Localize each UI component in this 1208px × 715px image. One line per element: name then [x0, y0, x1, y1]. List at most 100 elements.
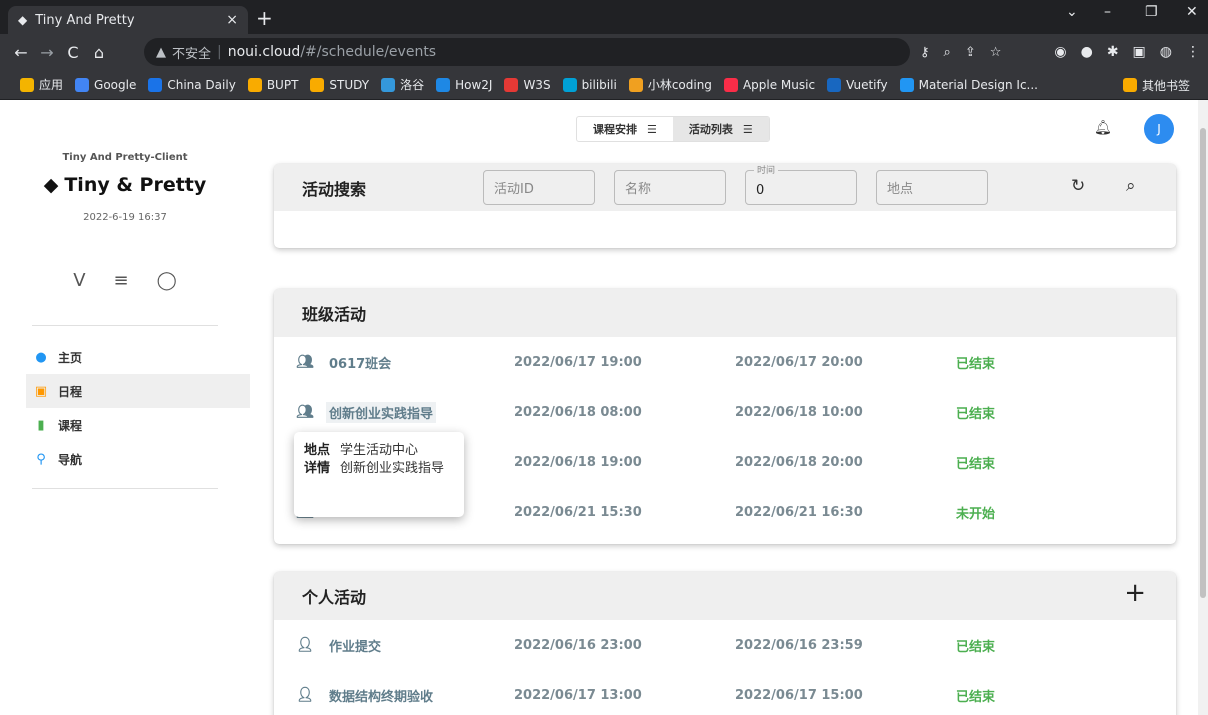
event-name[interactable]: 作业提交: [329, 636, 381, 655]
apps-icon: [20, 77, 34, 92]
bookmark-item[interactable]: 洛谷: [381, 76, 424, 93]
menu-icon[interactable]: ⋮: [1186, 44, 1200, 60]
refresh-icon[interactable]: ↻: [1071, 176, 1085, 196]
event-start-time: 2022/06/21 15:30: [514, 504, 642, 520]
not-secure-label: 不安全: [172, 46, 212, 62]
bookmark-label: How2J: [455, 77, 493, 92]
key-icon[interactable]: ⚷: [920, 45, 930, 60]
event-id-field[interactable]: 活动ID: [483, 170, 595, 205]
reload-icon[interactable]: C: [60, 43, 86, 62]
event-name[interactable]: 0617班会: [329, 353, 391, 372]
search-card: 活动搜索 活动ID 名称 时间 0 地点 ↻ ⌕: [274, 163, 1176, 248]
sidebar: Tiny And Pretty-Client ◆ Tiny & Pretty 20…: [0, 100, 250, 715]
bookmark-item[interactable]: How2J: [436, 77, 493, 92]
bookmark-item[interactable]: 应用: [20, 76, 63, 93]
folder-icon: [1122, 78, 1137, 92]
event-place-placeholder: 地点: [887, 182, 914, 197]
google-icon: [75, 77, 90, 92]
search-card-header: 活动搜索 活动ID 名称 时间 0 地点 ↻ ⌕: [274, 163, 1176, 211]
side-panel-icon[interactable]: ▣: [1133, 44, 1146, 60]
bookmark-label: bilibili: [581, 77, 617, 92]
event-status: 未开始: [956, 506, 996, 522]
bookmark-item[interactable]: Material Design Ic...: [899, 77, 1038, 92]
extension-badge-icon[interactable]: ●: [1081, 44, 1093, 60]
current-date: 2022-6-19 16:37: [83, 212, 167, 223]
event-place-field[interactable]: 地点: [876, 170, 988, 205]
event-row[interactable]: 👤︎ 作业提交 2022/06/16 23:00 2022/06/16 23:59 已结…: [274, 620, 1176, 670]
extensions-puzzle-icon[interactable]: ✱: [1107, 44, 1119, 60]
toggle-schedule-button[interactable]: 课程安排 ☰: [577, 117, 673, 141]
github-icon[interactable]: ◯: [157, 270, 177, 291]
person-icon: 👤︎: [296, 637, 314, 653]
sidebar-item-schedule[interactable]: ▣ 日程: [26, 374, 250, 408]
sidebar-item-home[interactable]: ● 主页: [26, 340, 250, 374]
bookmark-label: Google: [94, 77, 137, 92]
event-end-time: 2022/06/16 23:59: [735, 637, 863, 653]
event-name-placeholder: 名称: [625, 182, 652, 197]
personal-events-list: 👤︎ 作业提交 2022/06/16 23:00 2022/06/16 23:59 已结…: [274, 620, 1176, 715]
event-row[interactable]: 👥︎ 创新创业实践指导 2022/06/18 08:00 2022/06/18 10:…: [274, 387, 1176, 437]
sidebar-item-label: 导航: [58, 452, 83, 467]
address-bar[interactable]: ▲ 不安全 | noui.cloud /#/schedule/events: [144, 38, 910, 66]
profile-icon[interactable]: ◍: [1160, 44, 1172, 60]
other-bookmarks[interactable]: 其他书签: [1122, 70, 1190, 100]
close-tab-icon[interactable]: ×: [226, 12, 238, 28]
bookmark-label: Apple Music: [742, 77, 816, 92]
browser-tab[interactable]: ◆ Tiny And Pretty ×: [8, 6, 248, 34]
bookmark-item[interactable]: Apple Music: [723, 77, 816, 92]
avatar[interactable]: J: [1144, 114, 1174, 144]
scrollbar-thumb[interactable]: [1200, 128, 1206, 598]
extensions-area: ◉ ● ✱ ▣ ◍ ⋮: [1054, 34, 1200, 70]
close-window-icon[interactable]: ✕: [1186, 4, 1198, 20]
home-icon[interactable]: ⌂: [86, 43, 112, 62]
zoom-icon[interactable]: ⌕: [944, 45, 951, 60]
toggle-events-button[interactable]: 活动列表 ☰: [672, 117, 769, 141]
bookmark-label: Material Design Ic...: [918, 77, 1038, 92]
bookmark-item[interactable]: STUDY: [310, 77, 370, 92]
sidebar-item-navigation[interactable]: ⚲ 导航: [26, 442, 250, 476]
event-name[interactable]: 创新创业实践指导: [326, 401, 437, 423]
map-marker-icon: ⚲: [36, 451, 46, 467]
sidebar-item-course[interactable]: ▮ 课程: [26, 408, 250, 442]
search-icon[interactable]: ⌕: [1126, 176, 1136, 196]
event-row[interactable]: 👤︎ 数据结构终期验收 2022/06/17 13:00 2022/06/17 15:…: [274, 670, 1176, 715]
class-events-title: 班级活动: [302, 305, 367, 324]
tooltip-place-value: 学生活动中心: [340, 443, 419, 458]
folder-icon: [310, 77, 325, 92]
tooltip-detail-row: 详情 创新创业实践指导: [304, 460, 454, 478]
share-icon[interactable]: ⇪: [965, 45, 976, 60]
bookmark-label: STUDY: [329, 77, 370, 92]
event-start-time: 2022/06/16 23:00: [514, 637, 642, 653]
restore-icon[interactable]: ❐: [1145, 4, 1158, 20]
event-row[interactable]: 👥︎ 0617班会 2022/06/17 19:00 2022/06/17 20:00…: [274, 337, 1176, 387]
xiaolin-icon: [628, 77, 643, 92]
bookmark-item[interactable]: China Daily: [148, 77, 236, 92]
page-scrollbar[interactable]: [1198, 100, 1208, 715]
bookmark-item[interactable]: BUPT: [247, 77, 298, 92]
event-name-field[interactable]: 名称: [614, 170, 726, 205]
search-title: 活动搜索: [302, 179, 367, 199]
bookmark-item[interactable]: 小林coding: [628, 76, 712, 93]
event-time-field[interactable]: 时间 0: [745, 163, 857, 205]
other-bookmarks-label: 其他书签: [1141, 78, 1190, 93]
vuetify-link-icon[interactable]: V: [73, 270, 85, 291]
extension-owl-icon[interactable]: ◉: [1054, 44, 1066, 60]
notification-bell-icon[interactable]: 🔔︎: [1094, 120, 1112, 136]
bookmark-star-icon[interactable]: ☆: [990, 45, 1002, 60]
minimize-icon[interactable]: –: [1104, 4, 1111, 20]
bookmark-item[interactable]: bilibili: [562, 77, 617, 92]
w3s-icon: [504, 77, 519, 92]
forward-icon[interactable]: →: [34, 43, 60, 62]
tab-search-icon[interactable]: ⌄: [1066, 4, 1078, 20]
bookmark-item[interactable]: W3S: [504, 77, 551, 92]
event-name[interactable]: 数据结构终期验收: [329, 686, 433, 705]
bookmark-item[interactable]: Google: [75, 77, 137, 92]
bookmark-item[interactable]: Vuetify: [827, 77, 888, 92]
person-icon: 👤︎: [296, 687, 314, 703]
add-event-button[interactable]: +: [1124, 578, 1146, 608]
tooltip-detail-value: 创新创业实践指导: [340, 461, 445, 476]
database-icon[interactable]: ≡: [114, 270, 129, 291]
new-tab-button[interactable]: +: [256, 6, 273, 30]
sidebar-divider: [32, 325, 218, 326]
back-icon[interactable]: ←: [8, 43, 34, 62]
